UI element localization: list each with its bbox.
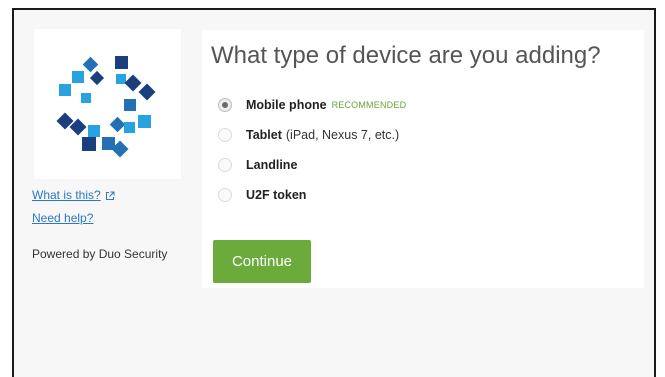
option-label: Landline (246, 158, 298, 172)
device-option-u2f-token[interactable]: U2F token (218, 185, 306, 205)
device-option-mobile-phone[interactable]: Mobile phone RECOMMENDED (218, 95, 406, 115)
device-option-landline[interactable]: Landline (218, 155, 297, 175)
recommended-badge: RECOMMENDED (331, 100, 407, 110)
organization-logo (34, 29, 181, 179)
radio-u2f-token[interactable] (218, 188, 232, 202)
option-label: Tablet (246, 128, 282, 142)
what-is-this-label: What is this? (32, 188, 101, 202)
external-link-icon (105, 191, 115, 200)
option-label: U2F token (246, 188, 307, 202)
radio-mobile-phone[interactable] (218, 98, 232, 112)
continue-button[interactable]: Continue (213, 240, 311, 283)
radio-landline[interactable] (218, 158, 232, 172)
need-help-link[interactable]: Need help? (32, 211, 93, 225)
page-frame: What is this? Need help? Powered by Duo … (12, 8, 656, 377)
device-selection-panel: What type of device are you adding? Mobi… (202, 30, 644, 288)
powered-by-text: Powered by Duo Security (32, 247, 168, 261)
logo-pixel-pattern (56, 56, 156, 158)
device-option-tablet[interactable]: Tablet (iPad, Nexus 7, etc.) (218, 125, 399, 145)
option-note: (iPad, Nexus 7, etc.) (285, 128, 400, 142)
radio-tablet[interactable] (218, 128, 232, 142)
page-title: What type of device are you adding? (211, 42, 601, 69)
option-label: Mobile phone (246, 98, 327, 112)
what-is-this-link[interactable]: What is this? (32, 188, 115, 202)
